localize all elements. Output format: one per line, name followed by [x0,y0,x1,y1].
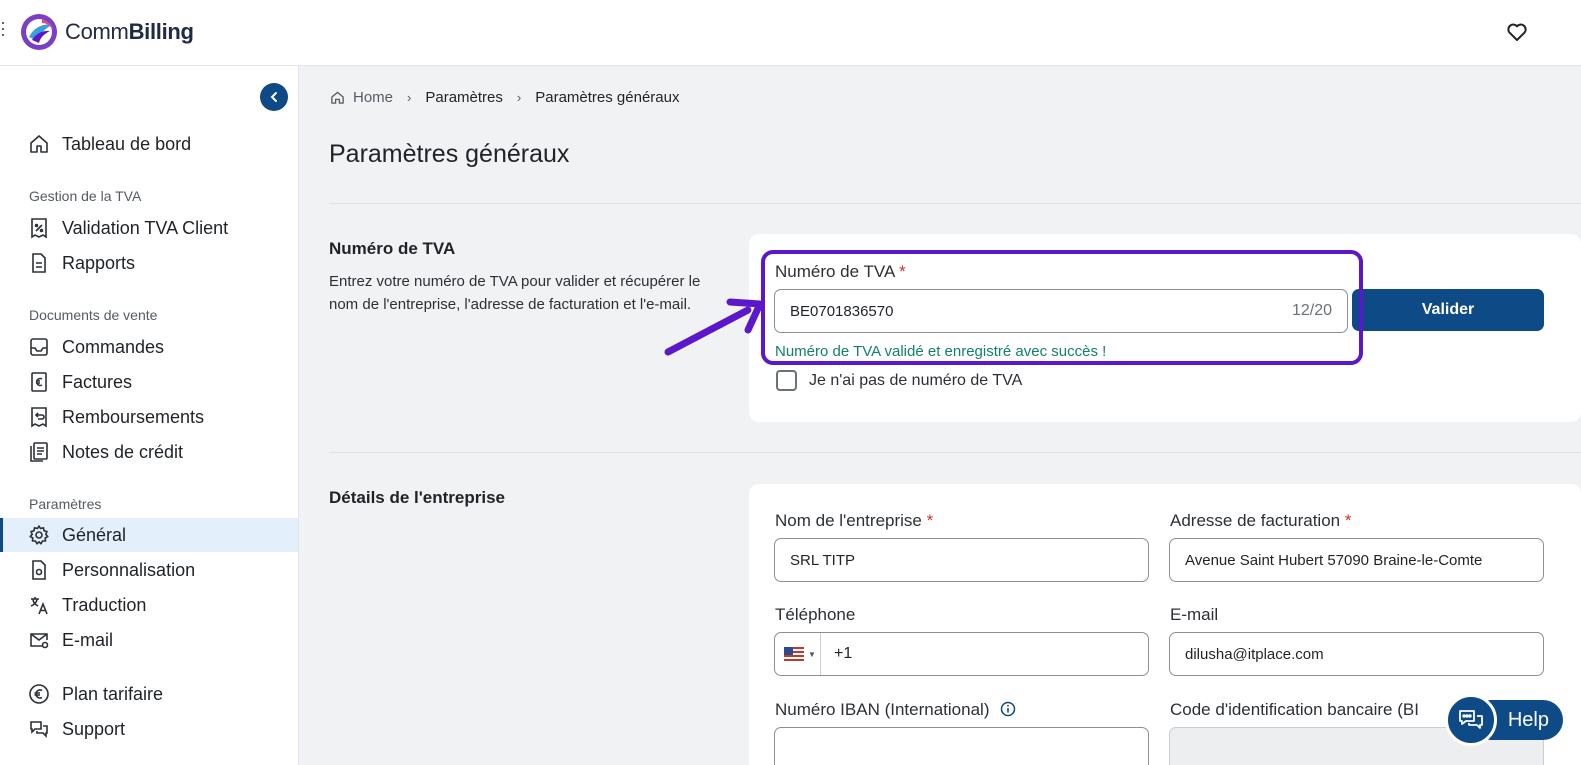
page-title: Paramètres généraux [329,140,570,168]
chevron-right-icon: › [516,89,522,105]
sidebar-item-tva-validation[interactable]: Validation TVA Client [0,211,298,245]
inbox-icon [30,338,48,356]
sidebar-item-label: Remboursements [62,406,205,427]
sidebar-item-refunds[interactable]: Remboursements [0,400,298,434]
commbilling-logo-icon [21,14,57,50]
annotation-highlight-box [761,250,1363,365]
sidebar-section-tva: Gestion de la TVA [29,188,142,204]
country-selector[interactable]: ▼ [775,633,821,675]
billing-address-label: Adresse de facturation * [1170,511,1352,530]
help-button[interactable]: Help [1445,694,1563,746]
sidebar-item-label: Tableau de bord [62,133,192,154]
sidebar-section-sales: Documents de vente [29,307,158,323]
divider [329,203,1581,204]
top-bar: CommBilling [0,0,1581,66]
heart-icon[interactable] [1505,20,1529,44]
file-settings-icon [32,560,46,580]
sidebar-item-orders[interactable]: Commandes [0,330,298,364]
breadcrumb-current: Paramètres généraux [535,88,680,106]
sidebar-item-label: Plan tarifaire [62,683,164,704]
sidebar-item-label: Validation TVA Client [62,217,229,238]
email-label: E-mail [1170,605,1219,624]
receipt-percent-icon [31,218,47,239]
sidebar-item-label: E-mail [62,629,114,650]
sidebar-item-label: Commandes [62,336,165,357]
company-name-input[interactable]: SRL TITP [774,538,1149,582]
sidebar-item-general[interactable]: Général [0,518,298,552]
sidebar-item-label: Factures [62,371,133,392]
sidebar-item-dashboard[interactable]: Tableau de bord [0,127,298,161]
billing-address-input[interactable]: Avenue Saint Hubert 57090 Braine-le-Comt… [1169,538,1544,582]
sidebar-item-label: Général [62,524,127,545]
euro-circle-icon [29,684,49,704]
sidebar-section-settings: Paramètres [29,496,102,512]
sidebar-item-label: Support [62,718,126,739]
divider [329,452,1581,453]
sidebar-item-invoices[interactable]: Factures [0,365,298,399]
phone-input[interactable]: ▼ +1 [774,632,1149,676]
app-logo[interactable]: CommBilling [20,13,194,51]
vat-section-title: Numéro de TVA [329,239,456,258]
notes-stack-icon [30,442,48,462]
no-vat-checkbox-row[interactable]: Je n'ai pas de numéro de TVA [776,370,1022,391]
breadcrumb: Home › Paramètres › Paramètres généraux [330,86,679,108]
breadcrumb-settings[interactable]: Paramètres [425,89,503,106]
annotation-arrow-icon [664,298,764,356]
phone-value: +1 [834,645,853,662]
mail-settings-icon [30,633,49,649]
company-section-title: Détails de l'entreprise [329,488,506,507]
sidebar-item-support[interactable]: Support [0,712,298,746]
sidebar: Tableau de bord Gestion de la TVA Valida… [0,66,299,765]
home-icon [30,135,48,153]
kebab-menu-icon[interactable] [1,22,5,44]
chat-bubbles-icon [30,721,48,738]
info-icon[interactable] [1000,701,1016,717]
euro-document-icon [31,372,47,392]
phone-label: Téléphone [775,605,856,624]
translate-icon [30,597,48,615]
chat-icon [1445,694,1497,746]
sidebar-item-credit-notes[interactable]: Notes de crédit [0,435,298,469]
validate-button[interactable]: Valider [1352,289,1544,331]
iban-label: Numéro IBAN (International) [775,700,1016,720]
sidebar-item-pricing[interactable]: Plan tarifaire [0,677,298,711]
document-icon [32,253,46,273]
email-input[interactable]: dilusha@itplace.com [1169,632,1544,676]
sidebar-item-reports[interactable]: Rapports [0,246,298,280]
vat-section-description: Entrez votre numéro de TVA pour valider … [329,273,701,313]
sidebar-item-label: Rapports [62,252,136,273]
sidebar-item-email[interactable]: E-mail [0,623,298,657]
chevron-left-icon [270,92,277,102]
chevron-right-icon: › [407,89,412,105]
caret-down-icon: ▼ [808,649,816,659]
iban-input[interactable] [774,727,1149,765]
refund-receipt-icon [31,407,47,428]
sidebar-item-customization[interactable]: Personnalisation [0,553,298,587]
breadcrumb-home[interactable]: Home [330,89,393,106]
sidebar-collapse-button[interactable] [260,83,288,111]
us-flag-icon [784,647,804,661]
sidebar-item-label: Personnalisation [62,559,196,580]
gear-icon [29,525,49,545]
sidebar-item-label: Notes de crédit [62,441,184,462]
company-name-label: Nom de l'entreprise * [775,511,934,530]
bic-label: Code d'identification bancaire (BI [1170,700,1419,719]
sidebar-item-label: Traduction [62,594,147,615]
no-vat-checkbox-label: Je n'ai pas de numéro de TVA [809,371,1023,389]
no-vat-checkbox[interactable] [776,370,797,391]
sidebar-item-translation[interactable]: Traduction [0,588,298,622]
home-icon [331,91,344,104]
brand-name: CommBilling [65,19,194,44]
